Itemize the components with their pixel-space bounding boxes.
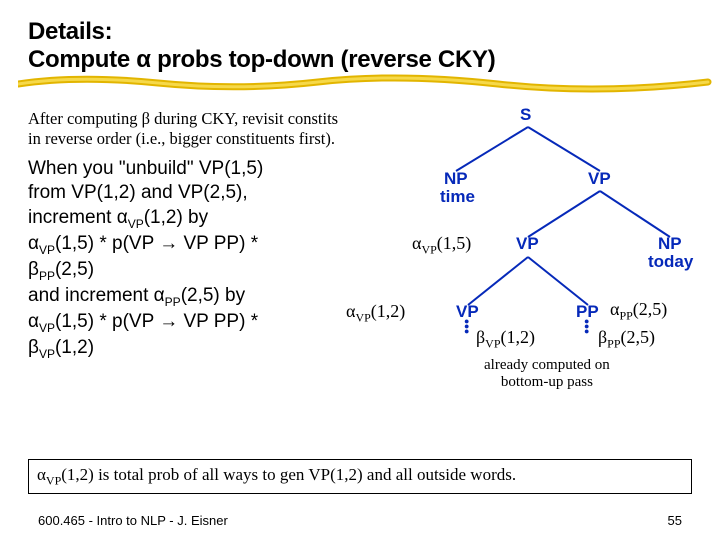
footer: 600.465 - Intro to NLP - J. Eisner 55 bbox=[38, 513, 682, 528]
body-l8a: β bbox=[28, 337, 39, 358]
main-body: When you "unbuild" VP(1,5) from VP(1,2) … bbox=[28, 157, 342, 363]
body-l3b: (1,2) by bbox=[144, 207, 208, 228]
node-vp-mid: VP bbox=[516, 234, 539, 254]
sub-vp2: VP bbox=[39, 242, 55, 256]
body-l4a: α bbox=[28, 233, 39, 254]
intro-paragraph: After computing β during CKY, revisit co… bbox=[28, 109, 342, 149]
bottom-sub: VP bbox=[46, 473, 61, 487]
footer-left: 600.465 - Intro to NLP - J. Eisner bbox=[38, 513, 228, 528]
bottom-text: (1,2) is total prob of all ways to gen V… bbox=[61, 465, 516, 484]
body-l1: When you "unbuild" VP(1,5) bbox=[28, 158, 263, 179]
note-already-computed: already computed on bottom-up pass bbox=[484, 357, 610, 392]
sub-vp1: VP bbox=[128, 216, 144, 230]
dots-left: ●●● bbox=[464, 319, 469, 334]
body-l4b: (1,5) * p(VP → VP PP) * bbox=[55, 233, 258, 254]
slide-title: Details: Compute α probs top-down (rever… bbox=[28, 18, 692, 75]
body-l5a: β bbox=[28, 259, 39, 280]
node-np: NP bbox=[444, 169, 468, 189]
body-l7a: α bbox=[28, 311, 39, 332]
node-time: time bbox=[440, 187, 475, 207]
title-line1: Details: bbox=[28, 18, 112, 45]
body-l8b: (1,2) bbox=[55, 337, 94, 358]
body-l6a: and increment α bbox=[28, 285, 165, 306]
node-s: S bbox=[520, 105, 531, 125]
left-column: After computing β during CKY, revisit co… bbox=[28, 109, 348, 363]
body-l7b: (1,5) * p(VP → VP PP) * bbox=[55, 311, 258, 332]
body-l3a: increment α bbox=[28, 207, 128, 228]
alpha-vp-15: αVP(1,5) bbox=[412, 233, 471, 258]
title-line2: Compute α probs top-down (reverse CKY) bbox=[28, 46, 495, 73]
title-underline bbox=[28, 77, 692, 91]
bottom-alpha: α bbox=[37, 465, 46, 484]
tree-column: S NP time VP αVP(1,5) VP NP today αVP(1,… bbox=[348, 109, 692, 363]
sub-pp2: PP bbox=[165, 295, 181, 309]
sub-vp4: VP bbox=[39, 347, 55, 361]
slide: Details: Compute α probs top-down (rever… bbox=[0, 0, 720, 540]
content-area: After computing β during CKY, revisit co… bbox=[28, 109, 692, 363]
body-l5b: (2,5) bbox=[55, 259, 94, 280]
alpha-pp-25: αPP(2,5) bbox=[610, 299, 667, 324]
body-l2: from VP(1,2) and VP(2,5), bbox=[28, 182, 248, 203]
node-np2: NP bbox=[658, 234, 682, 254]
beta-pp-25: βPP(2,5) bbox=[598, 327, 655, 352]
alpha-vp-12: αVP(1,2) bbox=[346, 301, 405, 326]
node-vp-top: VP bbox=[588, 169, 611, 189]
beta-vp-12: βVP(1,2) bbox=[476, 327, 535, 352]
dots-right: ●●● bbox=[584, 319, 589, 334]
footer-right: 55 bbox=[668, 513, 682, 528]
sub-pp1: PP bbox=[39, 269, 55, 283]
node-today: today bbox=[648, 252, 693, 272]
bottom-box: αVP(1,2) is total prob of all ways to ge… bbox=[28, 459, 692, 494]
body-l6b: (2,5) by bbox=[181, 285, 245, 306]
sub-vp3: VP bbox=[39, 321, 55, 335]
